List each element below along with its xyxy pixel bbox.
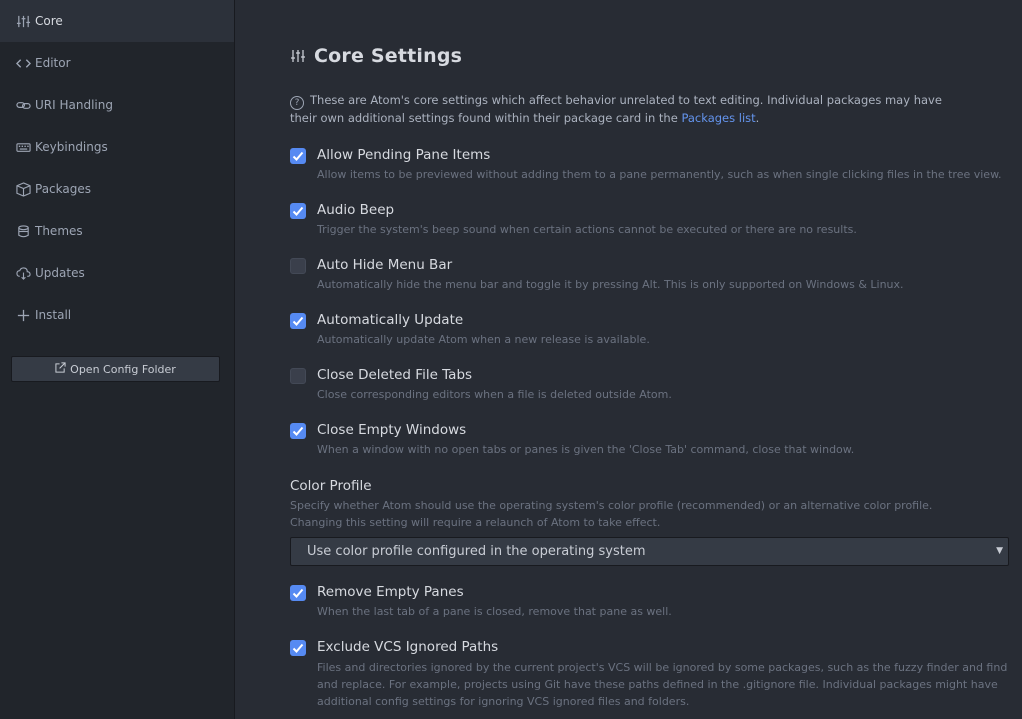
checkbox[interactable]: [290, 203, 306, 219]
dropdown-arrow-icon: ▼: [996, 546, 1003, 556]
code-icon: [15, 55, 31, 71]
sliders-icon: [291, 50, 305, 62]
checkbox[interactable]: [290, 368, 306, 384]
checkbox[interactable]: [290, 258, 306, 274]
checkbox[interactable]: [290, 148, 306, 164]
package-icon: [15, 181, 31, 197]
setting-title: Audio Beep: [317, 202, 395, 218]
sidebar-item-label: Updates: [35, 266, 85, 280]
setting-title: Auto Hide Menu Bar: [317, 257, 453, 273]
paintcan-icon: [15, 223, 31, 239]
color-profile-description: Specify whether Atom should use the oper…: [290, 499, 933, 529]
setting-description: When a window with no open tabs or panes…: [317, 443, 855, 456]
intro-text: ? These are Atom's core settings which af…: [290, 93, 942, 125]
setting-description: Files and directories ignored by the cur…: [317, 661, 1008, 708]
sidebar-item-label: Editor: [35, 56, 71, 70]
sidebar-item-updates[interactable]: Updates: [0, 252, 234, 294]
cloud-download-icon: [15, 265, 31, 281]
page-title: Core Settings: [314, 45, 463, 67]
sliders-icon: [15, 13, 31, 29]
sidebar-item-label: Core: [35, 14, 63, 28]
open-config-folder-button[interactable]: Open Config Folder: [11, 356, 220, 382]
checkbox[interactable]: [290, 423, 306, 439]
setting-description: Automatically update Atom when a new rel…: [317, 333, 650, 346]
setting-title: Close Empty Windows: [317, 422, 467, 438]
sidebar-item-core[interactable]: Core: [0, 0, 234, 42]
setting-title: Close Deleted File Tabs: [317, 367, 473, 383]
sidebar-item-packages[interactable]: Packages: [0, 168, 234, 210]
sidebar-item-label: Themes: [35, 224, 83, 238]
setting-title: Allow Pending Pane Items: [317, 147, 491, 163]
packages-list-link[interactable]: Packages list: [681, 111, 755, 125]
setting-title: Remove Empty Panes: [317, 584, 464, 600]
link-external-icon: [55, 362, 66, 376]
setting-description: Allow items to be previewed without addi…: [317, 168, 1002, 181]
checkbox[interactable]: [290, 313, 306, 329]
checkbox[interactable]: [290, 640, 306, 656]
sidebar-item-install[interactable]: Install: [0, 294, 234, 336]
sidebar-item-label: Keybindings: [35, 140, 108, 154]
setting-description: When the last tab of a pane is closed, r…: [317, 605, 672, 618]
sidebar-item-label: Packages: [35, 182, 91, 196]
link-icon: [15, 97, 31, 113]
setting-description: Close corresponding editors when a file …: [317, 388, 672, 401]
sidebar-item-uri-handling[interactable]: URI Handling: [0, 84, 234, 126]
sidebar-item-label: Install: [35, 308, 72, 322]
sidebar-item-keybindings[interactable]: Keybindings: [0, 126, 234, 168]
plus-icon: [15, 307, 31, 323]
settings-panel: Core Settings ? These are Atom's core set…: [236, 0, 1022, 719]
checkbox[interactable]: [290, 585, 306, 601]
color-profile-select[interactable]: Use color profile configured in the oper…: [290, 537, 1009, 566]
settings-sidebar: Core Editor URI Handling Keybindings Pac…: [0, 0, 235, 719]
setting-description: Automatically hide the menu bar and togg…: [317, 278, 904, 291]
color-profile-title: Color Profile: [290, 478, 372, 494]
sidebar-item-themes[interactable]: Themes: [0, 210, 234, 252]
setting-title: Automatically Update: [317, 312, 464, 328]
sidebar-item-label: URI Handling: [35, 98, 113, 112]
section-header: Core Settings: [290, 45, 462, 67]
question-icon: ?: [290, 96, 304, 110]
sidebar-item-editor[interactable]: Editor: [0, 42, 234, 84]
keyboard-icon: [15, 139, 31, 155]
setting-title: Exclude VCS Ignored Paths: [317, 639, 499, 655]
setting-description: Trigger the system's beep sound when cer…: [317, 223, 857, 236]
